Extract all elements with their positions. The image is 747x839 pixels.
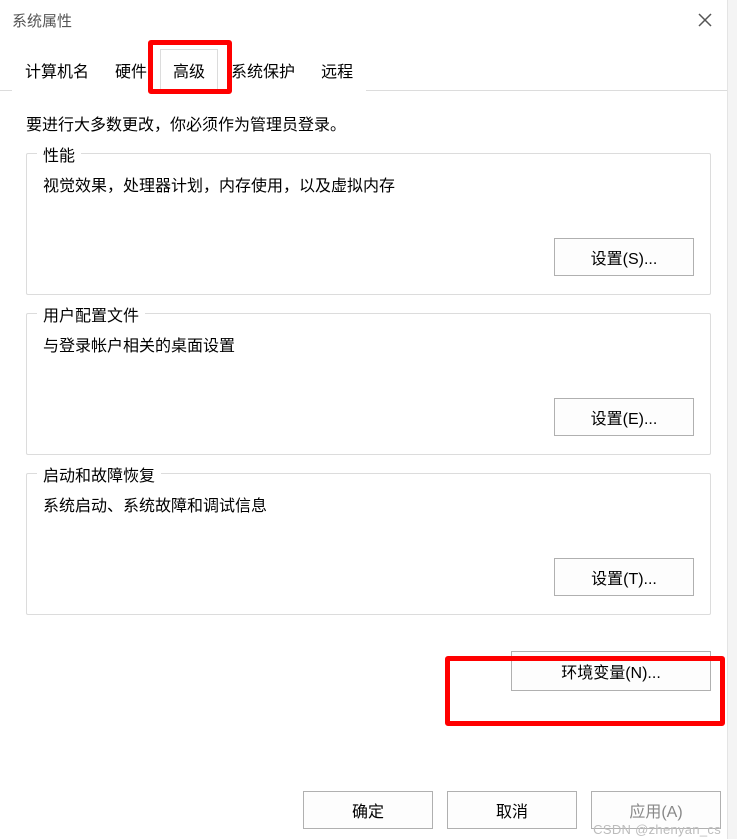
tab-bar: 计算机名 硬件 高级 系统保护 远程 — [0, 40, 737, 91]
close-icon — [697, 12, 713, 28]
dialog-title: 系统属性 — [12, 10, 685, 31]
performance-desc: 视觉效果，处理器计划，内存使用，以及虚拟内存 — [43, 172, 694, 196]
startup-button-row: 设置(T)... — [43, 558, 694, 596]
performance-title: 性能 — [37, 142, 81, 166]
user-profiles-desc: 与登录帐户相关的桌面设置 — [43, 332, 694, 356]
performance-group: 性能 视觉效果，处理器计划，内存使用，以及虚拟内存 设置(S)... — [26, 153, 711, 295]
environment-variables-button[interactable]: 环境变量(N)... — [511, 651, 711, 691]
ok-button[interactable]: 确定 — [303, 791, 433, 829]
titlebar: 系统属性 — [0, 0, 737, 40]
cancel-button[interactable]: 取消 — [447, 791, 577, 829]
user-profiles-title: 用户配置文件 — [37, 302, 145, 326]
system-properties-dialog: 系统属性 计算机名 硬件 高级 系统保护 远程 要进行大多数更改，你必须作为管理… — [0, 0, 737, 839]
side-strip — [727, 0, 737, 839]
tab-computer-name[interactable]: 计算机名 — [12, 49, 102, 91]
startup-title: 启动和故障恢复 — [37, 462, 161, 486]
startup-group: 启动和故障恢复 系统启动、系统故障和调试信息 设置(T)... — [26, 473, 711, 615]
user-profiles-group: 用户配置文件 与登录帐户相关的桌面设置 设置(E)... — [26, 313, 711, 455]
intro-text: 要进行大多数更改，你必须作为管理员登录。 — [26, 111, 711, 135]
tab-advanced[interactable]: 高级 — [160, 49, 218, 91]
tab-system-protection[interactable]: 系统保护 — [218, 49, 308, 91]
tab-remote[interactable]: 远程 — [308, 49, 366, 91]
performance-button-row: 设置(S)... — [43, 238, 694, 276]
tab-content-advanced: 要进行大多数更改，你必须作为管理员登录。 性能 视觉效果，处理器计划，内存使用，… — [0, 91, 737, 643]
watermark-text: CSDN @zhenyan_cs — [593, 822, 721, 837]
user-profiles-settings-button[interactable]: 设置(E)... — [554, 398, 694, 436]
performance-settings-button[interactable]: 设置(S)... — [554, 238, 694, 276]
close-button[interactable] — [685, 0, 725, 40]
startup-settings-button[interactable]: 设置(T)... — [554, 558, 694, 596]
user-profiles-button-row: 设置(E)... — [43, 398, 694, 436]
startup-desc: 系统启动、系统故障和调试信息 — [43, 492, 694, 516]
tab-hardware[interactable]: 硬件 — [102, 49, 160, 91]
env-row: 环境变量(N)... — [0, 643, 737, 691]
